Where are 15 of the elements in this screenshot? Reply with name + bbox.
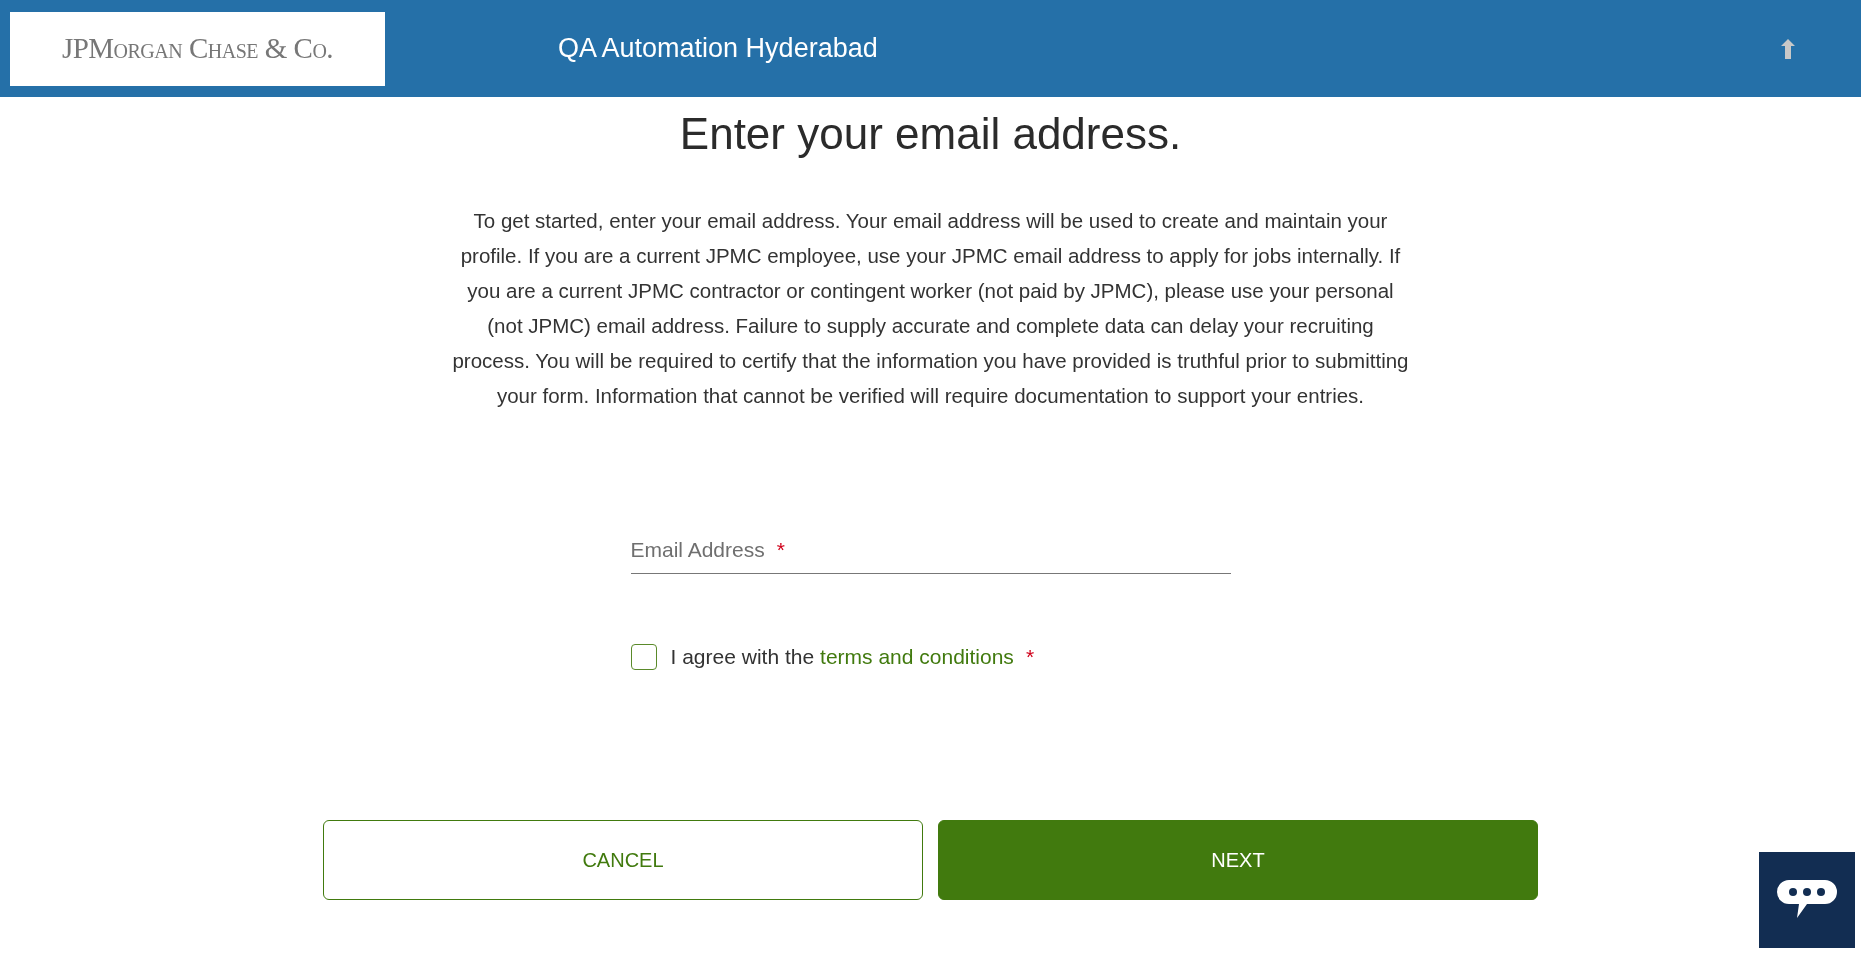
arrow-up-icon[interactable] [1781, 38, 1795, 59]
agreement-label: I agree with the [670, 645, 815, 669]
cancel-button[interactable]: CANCEL [323, 820, 923, 900]
field-label: Email Address [630, 538, 765, 562]
page-heading: Enter your email address. [679, 109, 1182, 159]
checkbox[interactable] [630, 644, 657, 670]
email-field[interactable]: Email Address * [630, 527, 1231, 574]
logo[interactable]: JPMorgan Chase & Co. [10, 11, 385, 86]
next-button[interactable]: NEXT [938, 820, 1538, 900]
intro-paragraph: To get started, enter your email address. Your email address will be used to create and maintain your profile. If you are a current JPMC employee, use your JPMC email address to apply for jobs internally. If you are a current JPMC contractor or contingent worker (not paid by JPMC), please use your personal (not JPMC) email address. Failure to supply accurate and complete data can delay your recruiting process. You will be required to certify that the information you have provided is truthful prior to submitting your form. Information that cannot be verified will require documentation to support your entries. [451, 208, 1410, 409]
terms-link[interactable]: terms and conditions [820, 645, 1014, 669]
required-mark: * [1025, 645, 1035, 669]
required-mark: * [776, 538, 785, 562]
chat-button[interactable] [1759, 852, 1855, 948]
site-title: QA Automation Hyderabad [558, 33, 879, 64]
